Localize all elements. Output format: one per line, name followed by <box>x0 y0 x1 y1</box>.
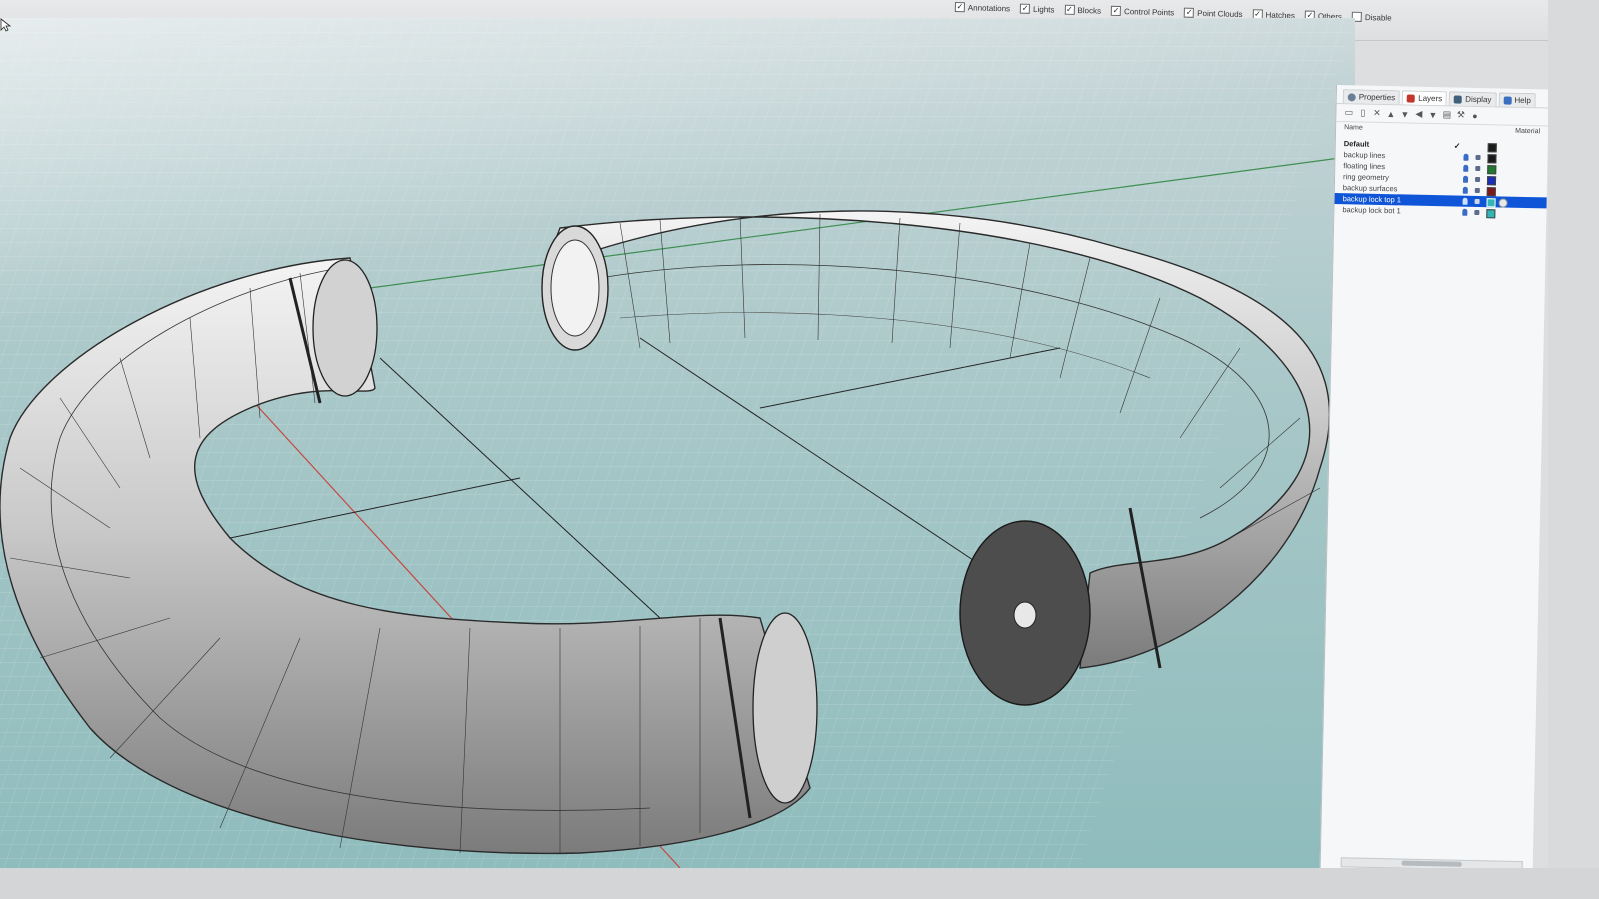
name-column-header[interactable]: Name <box>1344 124 1363 138</box>
layers-panel: Properties Layers Display Help ▭ ▯ ✕ ▲ ▼… <box>1319 85 1549 880</box>
layer-name: backup surfaces <box>1342 183 1398 194</box>
help-icon[interactable]: ● <box>1470 110 1479 120</box>
checkbox[interactable]: ✓ <box>1064 4 1075 15</box>
properties-icon[interactable]: ▤ <box>1442 109 1452 119</box>
tube-end-bottom <box>752 612 818 804</box>
layer-color-swatch[interactable] <box>1487 154 1497 164</box>
visibility-bulb-icon[interactable] <box>1462 175 1469 183</box>
tab-display[interactable]: Display <box>1449 91 1497 107</box>
checkbox[interactable]: ✓ <box>1184 7 1195 18</box>
filter-annotations[interactable]: ✓ Annotations <box>954 2 1011 13</box>
tab-help[interactable]: Help <box>1498 92 1537 108</box>
layer-color-swatch[interactable] <box>1486 187 1496 197</box>
checkbox[interactable]: ✓ <box>1110 5 1122 17</box>
window-bottom-edge <box>0 868 1599 899</box>
filter-label: Blocks <box>1077 5 1102 16</box>
material-swatch[interactable] <box>1498 198 1508 208</box>
layer-color-swatch[interactable] <box>1487 165 1497 175</box>
checkbox[interactable]: ✓ <box>1020 3 1031 14</box>
tab-label: Help <box>1514 95 1531 106</box>
current-layer-check-icon[interactable]: ✓ <box>1454 140 1461 151</box>
filter-control-points[interactable]: ✓ Control Points <box>1110 5 1175 18</box>
help-icon <box>1503 96 1512 105</box>
layer-name: floating lines <box>1343 161 1386 172</box>
new-layer-icon[interactable]: ▭ <box>1344 107 1354 117</box>
window-edge <box>1548 0 1599 899</box>
material-column-header[interactable]: Material <box>1515 128 1540 143</box>
viewport-scene <box>0 18 1355 868</box>
checkbox[interactable]: ✓ <box>954 2 965 13</box>
filter-label: Lights <box>1033 4 1055 14</box>
layer-name: backup lock bot 1 <box>1342 205 1401 216</box>
tab-label: Properties <box>1358 92 1396 103</box>
layer-name: backup lines <box>1343 150 1386 161</box>
display-icon <box>1454 94 1463 104</box>
filter-lights[interactable]: ✓ Lights <box>1020 3 1055 15</box>
layers-icon <box>1407 93 1416 103</box>
lock-icon[interactable] <box>1474 209 1480 216</box>
lock-icon[interactable] <box>1474 187 1480 194</box>
move-up-icon[interactable]: ▲ <box>1386 109 1395 119</box>
layer-color-swatch[interactable] <box>1486 209 1496 219</box>
filter-label: Control Points <box>1123 6 1175 17</box>
tools-icon[interactable]: ⚒ <box>1456 110 1465 120</box>
center-hole <box>1013 601 1037 629</box>
properties-icon <box>1347 92 1356 101</box>
lock-icon[interactable] <box>1475 176 1481 183</box>
layer-name: ring geometry <box>1342 172 1390 183</box>
filter-label: Point Clouds <box>1197 8 1243 19</box>
layer-name: Default <box>1343 139 1370 149</box>
mouse-cursor-icon <box>0 18 12 32</box>
scrollbar-thumb[interactable] <box>1401 860 1462 867</box>
visibility-bulb-icon[interactable] <box>1462 208 1468 216</box>
layer-color-swatch[interactable] <box>1486 176 1497 186</box>
visibility-bulb-icon[interactable] <box>1463 153 1469 161</box>
layer-color-swatch[interactable] <box>1486 198 1496 208</box>
lock-icon[interactable] <box>1475 165 1481 172</box>
layer-color-swatch[interactable] <box>1487 143 1497 153</box>
filter-icon[interactable]: ▼ <box>1428 109 1437 119</box>
move-down-icon[interactable]: ▼ <box>1400 109 1409 119</box>
visibility-bulb-icon[interactable] <box>1462 186 1468 194</box>
lock-icon[interactable] <box>1474 198 1480 205</box>
visibility-bulb-icon[interactable] <box>1463 164 1469 172</box>
lock-icon[interactable] <box>1475 154 1481 161</box>
tab-layers[interactable]: Layers <box>1402 90 1448 106</box>
perspective-viewport[interactable] <box>0 18 1355 868</box>
tab-label: Layers <box>1418 93 1443 104</box>
delete-icon[interactable]: ✕ <box>1372 108 1381 118</box>
move-parent-icon[interactable]: ◀ <box>1414 109 1423 119</box>
new-sublayer-icon[interactable]: ▯ <box>1358 108 1367 118</box>
filter-label: Annotations <box>967 2 1011 13</box>
layer-name: backup lock top 1 <box>1342 194 1402 205</box>
tube-end-top <box>312 259 378 397</box>
filter-blocks[interactable]: ✓ Blocks <box>1064 4 1102 16</box>
filter-disable[interactable]: Disable <box>1351 11 1392 23</box>
tab-label: Display <box>1465 94 1492 105</box>
tab-properties[interactable]: Properties <box>1342 89 1401 105</box>
filter-label: Disable <box>1364 12 1392 23</box>
visibility-bulb-icon[interactable] <box>1462 197 1468 205</box>
